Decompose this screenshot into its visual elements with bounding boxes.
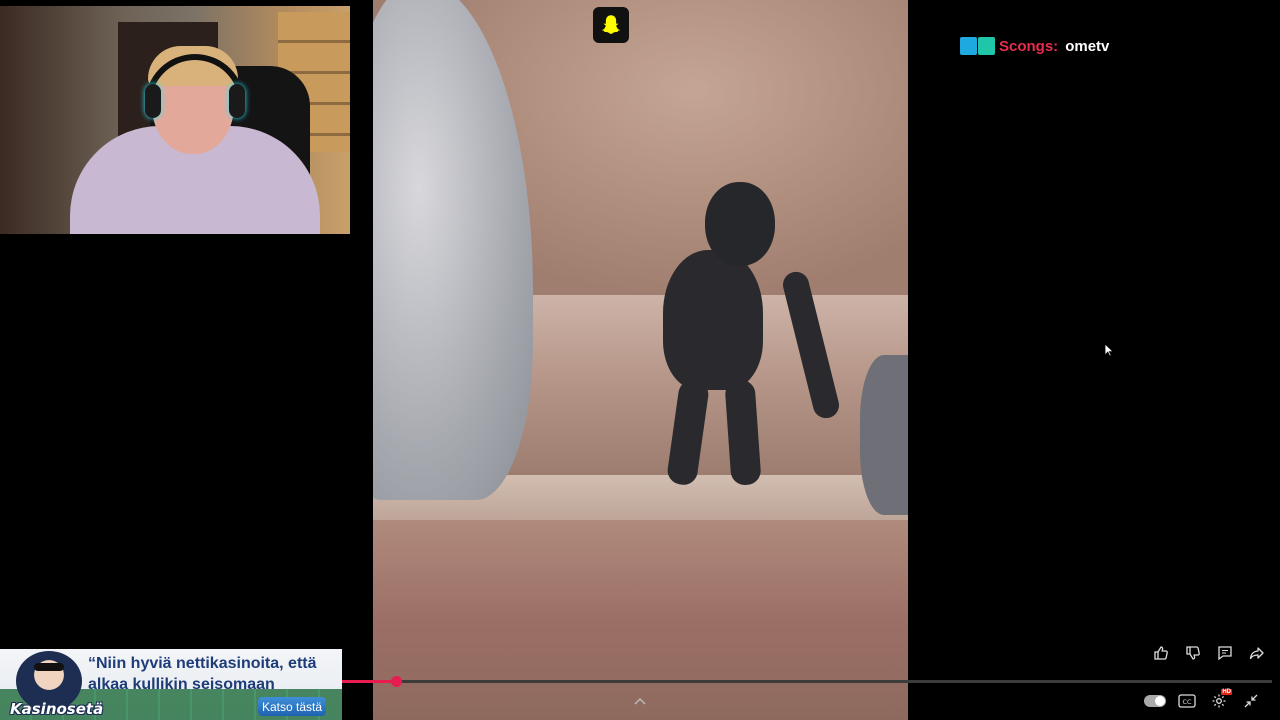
baby-gorilla-body [663, 250, 763, 390]
snapchat-icon [593, 7, 629, 43]
webcam-overlay [0, 6, 350, 234]
video-frame[interactable] [373, 0, 908, 720]
settings-icon[interactable]: HD [1208, 689, 1232, 712]
like-icon[interactable] [1150, 642, 1172, 664]
ad-brand-name: Kasinosetä [10, 700, 104, 718]
captions-label: CC [1182, 698, 1192, 706]
headset-left-ear [145, 84, 161, 118]
ad-headline: “Niin hyviä nettikasinoita, että alkaa k… [88, 655, 317, 693]
channel-label: Scongs: ometv [960, 36, 1109, 56]
side-action-bar [1150, 642, 1268, 664]
mascot-sunglasses [34, 663, 64, 671]
progress-track[interactable] [342, 680, 1272, 683]
channel-label-value: ometv [1065, 37, 1110, 55]
second-gorilla [860, 355, 908, 515]
autoplay-toggle[interactable] [1144, 690, 1166, 712]
captions-icon[interactable]: CC [1176, 690, 1198, 712]
dislike-icon[interactable] [1182, 642, 1204, 664]
progress-fill [342, 680, 396, 683]
ad-cta-button[interactable]: Katso tästä [258, 697, 326, 716]
rock-foreground [373, 520, 908, 720]
baby-gorilla-head [705, 182, 775, 266]
chevron-up-icon[interactable] [632, 694, 648, 708]
hd-badge: HD [1221, 689, 1232, 695]
mouse-cursor-icon [1104, 343, 1114, 357]
player-controls: CC HD [1144, 689, 1262, 712]
headset-right-ear [229, 84, 245, 118]
progress-scrubber[interactable] [391, 676, 402, 687]
share-icon[interactable] [1246, 642, 1268, 664]
channel-logo-icon [960, 37, 996, 55]
comments-icon[interactable] [1214, 642, 1236, 664]
channel-label-key: Scongs: [999, 37, 1059, 55]
exit-fullscreen-icon[interactable] [1240, 690, 1262, 712]
